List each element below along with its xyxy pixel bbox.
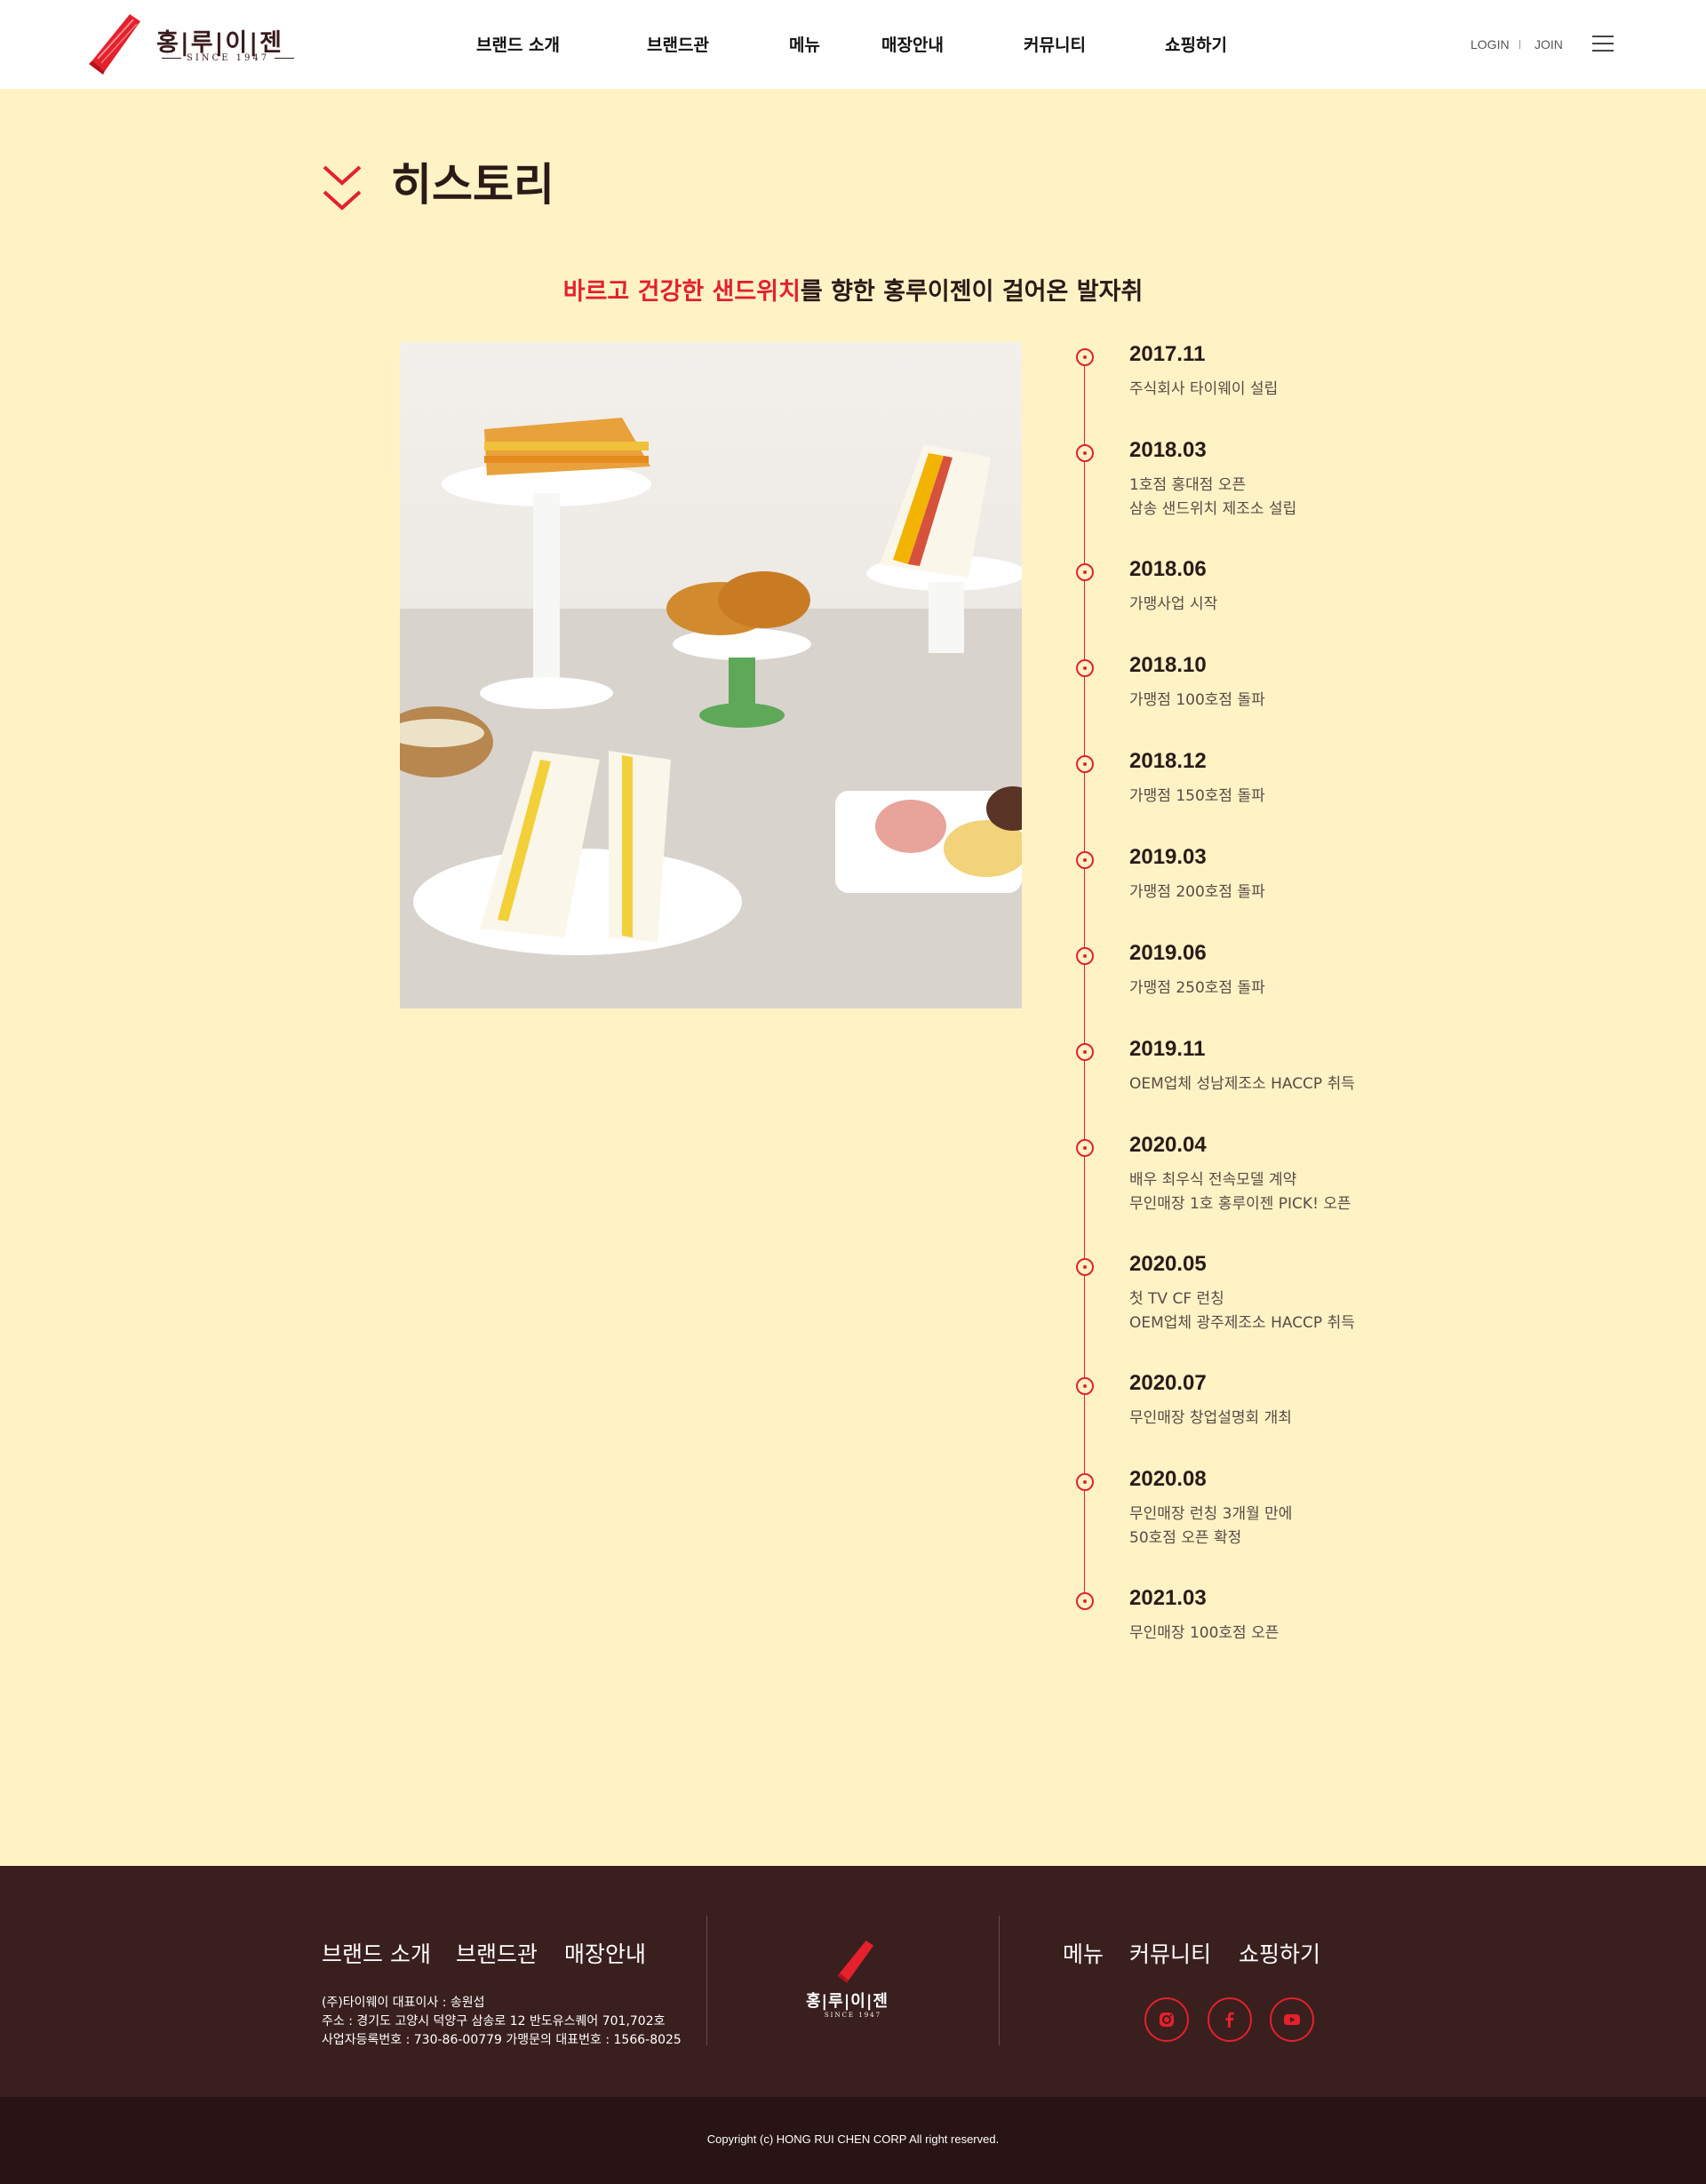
footer-divider <box>999 1916 1000 2045</box>
copyright-bar: Copyright (c) HONG RUI CHEN CORP All rig… <box>0 2097 1706 2184</box>
footer-link-shopping[interactable]: 쇼핑하기 <box>1239 1937 1320 1969</box>
util-divider <box>1519 40 1520 49</box>
youtube-icon[interactable] <box>1270 1997 1314 2042</box>
footer-logo-wordmark: 홍|루|이|젠 <box>806 1992 889 2011</box>
timeline-desc: 가맹사업 시작 <box>1129 595 1218 613</box>
footer-link-menu[interactable]: 메뉴 <box>1063 1937 1104 1969</box>
timeline-dot-icon <box>1076 947 1094 965</box>
nav-menu[interactable]: 메뉴 <box>789 32 820 56</box>
timeline-desc: 무인매장 런칭 3개월 만에 50호점 오픈 확정 <box>1129 1505 1293 1547</box>
logo-since: SINCE 1947 <box>156 53 288 63</box>
sandwich-photo <box>400 342 1022 1008</box>
footer-logo-since: SINCE 1947 <box>824 2012 882 2019</box>
footer-link-community[interactable]: 커뮤니티 <box>1129 1937 1211 1969</box>
sandwich-logo-icon <box>837 1941 874 1983</box>
timeline-dot-icon <box>1076 1592 1094 1610</box>
timeline-desc: 가맹점 100호점 돌파 <box>1129 691 1265 709</box>
join-link[interactable]: JOIN <box>1535 37 1563 52</box>
timeline-year: 2019.03 <box>1129 845 1207 869</box>
timeline-dot-icon <box>1076 755 1094 773</box>
hamburger-menu-icon[interactable] <box>1592 36 1614 53</box>
nav-brand-intro[interactable]: 브랜드 소개 <box>476 32 560 56</box>
footer-divider <box>706 1916 707 2045</box>
timeline-dot-icon <box>1076 1043 1094 1061</box>
footer-logo[interactable]: 홍|루|이|젠 SINCE 1947 <box>803 1939 910 2028</box>
timeline-dot-icon <box>1076 1139 1094 1157</box>
timeline-year: 2018.10 <box>1129 653 1207 677</box>
site-footer: 브랜드 소개 브랜드관 매장안내 (주)타이웨이 대표이사 : 송원섭 주소 :… <box>0 1866 1706 2097</box>
timeline-dot-icon <box>1076 659 1094 677</box>
subtitle-rest: 를 향한 홍루이젠이 걸어온 발자취 <box>800 278 1144 306</box>
timeline-desc: 주식회사 타이웨이 설립 <box>1129 380 1279 398</box>
subtitle-highlight: 바르고 건강한 샌드위치 <box>562 278 801 306</box>
timeline-desc: 무인매장 창업설명회 개최 <box>1129 1409 1292 1427</box>
history-timeline: 2017.11 주식회사 타이웨이 설립 2018.03 1호점 홍대점 오픈 삼… <box>1066 342 1528 1657</box>
timeline-dot-icon <box>1076 1377 1094 1395</box>
sandwich-logo-icon <box>89 14 140 75</box>
timeline-year: 2021.03 <box>1129 1586 1207 1610</box>
timeline-year: 2019.06 <box>1129 941 1207 965</box>
timeline-desc: 가맹점 200호점 돌파 <box>1129 883 1265 901</box>
brand-logo[interactable]: 홍|루|이|젠 SINCE 1947 <box>87 14 291 76</box>
footer-link-store-info[interactable]: 매장안내 <box>564 1937 646 1969</box>
footer-link-brand-hall[interactable]: 브랜드관 <box>456 1937 538 1969</box>
timeline-year: 2018.03 <box>1129 438 1207 462</box>
section-subtitle: 바르고 건강한 샌드위치를 향한 홍루이젠이 걸어온 발자취 <box>0 272 1706 307</box>
timeline-desc: 가맹점 150호점 돌파 <box>1129 787 1265 805</box>
nav-store-info[interactable]: 매장안내 <box>881 32 944 56</box>
timeline-year: 2017.11 <box>1129 342 1206 366</box>
nav-shopping[interactable]: 쇼핑하기 <box>1165 32 1227 56</box>
timeline-year: 2020.04 <box>1129 1133 1207 1157</box>
company-info: (주)타이웨이 대표이사 : 송원섭 주소 : 경기도 고양시 덕양구 삼송로 … <box>322 1996 682 2047</box>
timeline-dot-icon <box>1076 851 1094 869</box>
timeline-dot-icon <box>1076 1473 1094 1491</box>
facebook-icon[interactable] <box>1208 1997 1252 2042</box>
timeline-year: 2019.11 <box>1129 1037 1206 1061</box>
timeline-line <box>1084 358 1085 1602</box>
instagram-icon[interactable] <box>1144 1997 1189 2042</box>
timeline-desc: 무인매장 100호점 오픈 <box>1129 1624 1280 1642</box>
timeline-year: 2020.07 <box>1129 1371 1207 1395</box>
timeline-year: 2018.12 <box>1129 749 1207 773</box>
timeline-dot-icon <box>1076 563 1094 581</box>
timeline-year: 2020.08 <box>1129 1467 1207 1491</box>
timeline-desc: 첫 TV CF 런칭 OEM업체 광주제조소 HACCP 취득 <box>1129 1290 1355 1332</box>
nav-brand-hall[interactable]: 브랜드관 <box>647 32 709 56</box>
login-link[interactable]: LOGIN <box>1471 37 1510 52</box>
page-title: 히스토리 <box>391 159 554 211</box>
double-chevron-down-icon <box>323 165 362 211</box>
timeline-dot-icon <box>1076 348 1094 366</box>
timeline-desc: OEM업체 성남제조소 HACCP 취득 <box>1129 1075 1355 1093</box>
timeline-year: 2018.06 <box>1129 557 1207 581</box>
footer-link-brand-intro[interactable]: 브랜드 소개 <box>322 1937 431 1969</box>
site-header: 홍|루|이|젠 SINCE 1947 브랜드 소개 브랜드관 메뉴 매장안내 커… <box>0 0 1706 89</box>
timeline-desc: 가맹점 250호점 돌파 <box>1129 979 1265 997</box>
timeline-year: 2020.05 <box>1129 1252 1207 1276</box>
copyright-text: Copyright (c) HONG RUI CHEN CORP All rig… <box>706 2132 1000 2146</box>
timeline-desc: 1호점 홍대점 오픈 삼송 샌드위치 제조소 설립 <box>1129 476 1297 518</box>
timeline-desc: 배우 최우식 전속모델 계약 무인매장 1호 홍루이젠 PICK! 오픈 <box>1129 1171 1351 1213</box>
timeline-dot-icon <box>1076 1258 1094 1276</box>
timeline-dot-icon <box>1076 444 1094 462</box>
nav-community[interactable]: 커뮤니티 <box>1024 32 1086 56</box>
